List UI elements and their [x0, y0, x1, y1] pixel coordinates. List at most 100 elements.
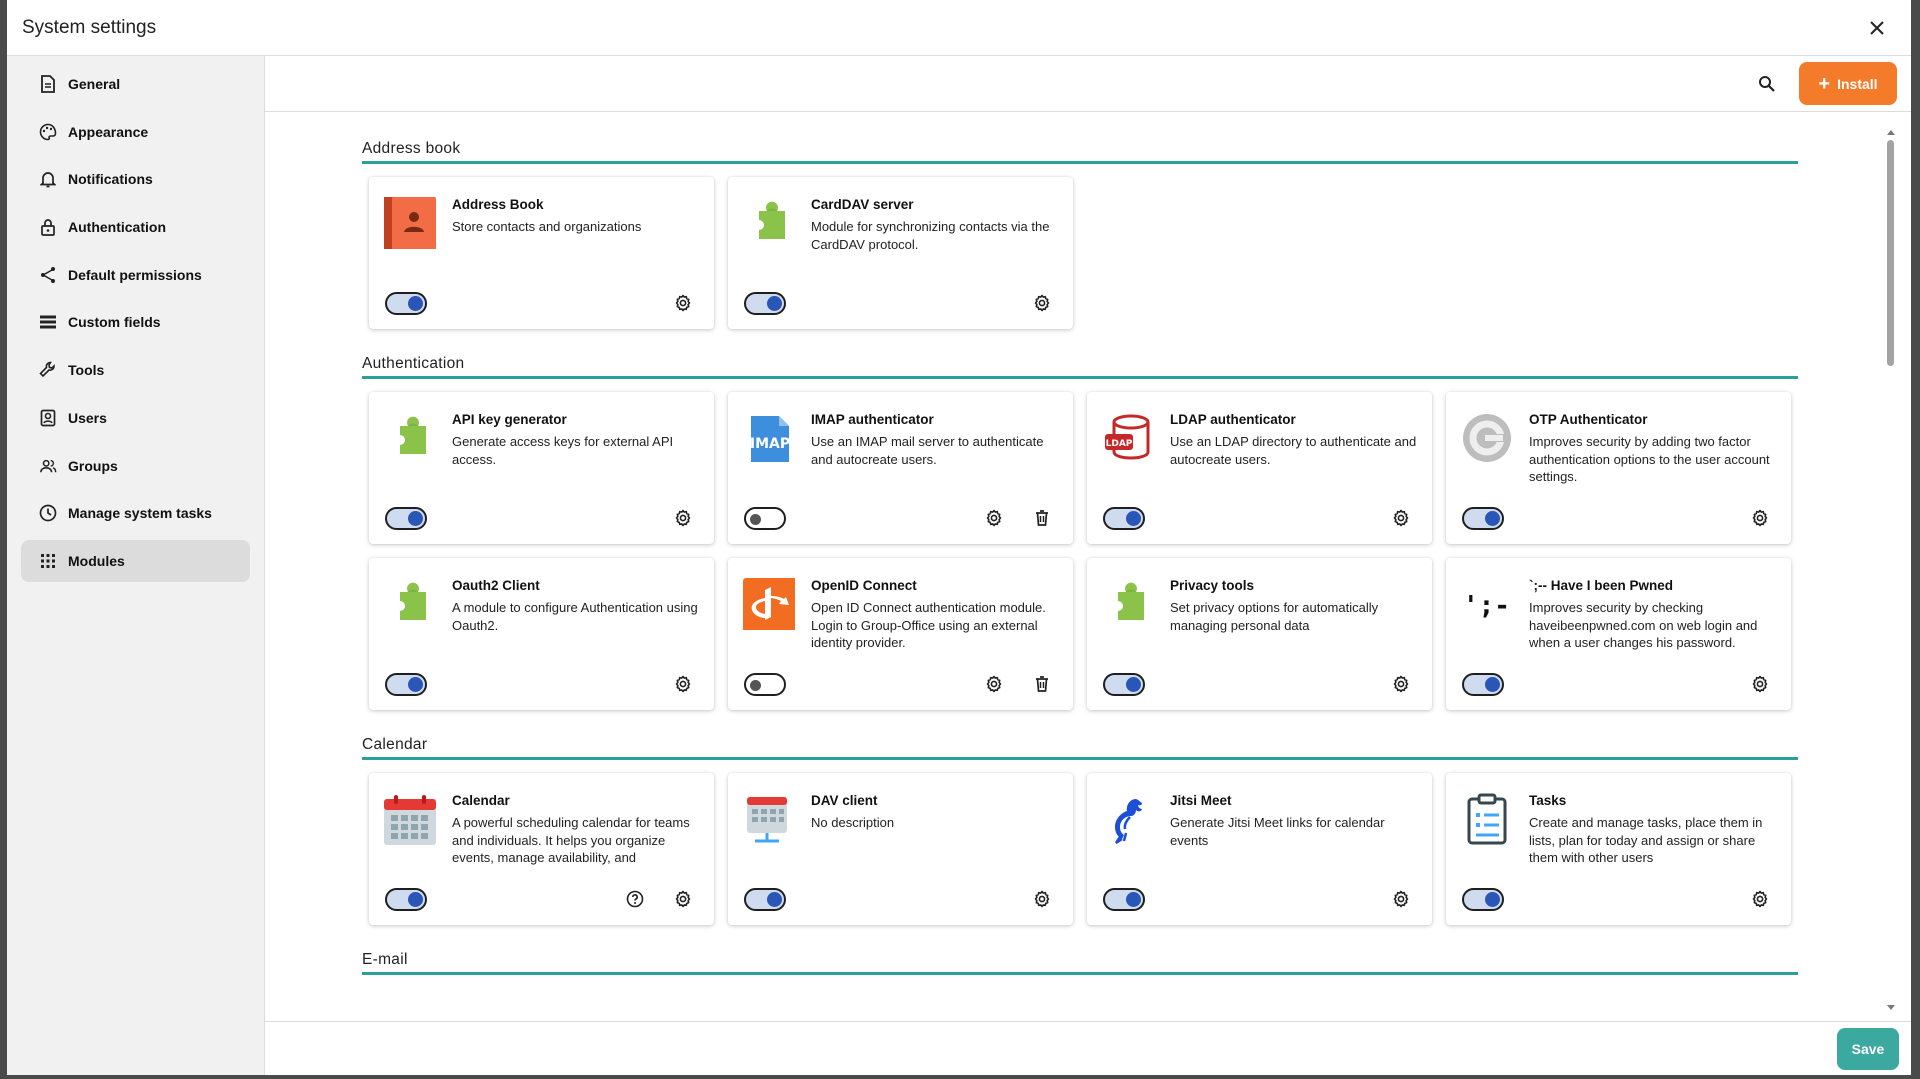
- module-enable-toggle[interactable]: [744, 507, 786, 530]
- delete-button[interactable]: [1032, 674, 1052, 694]
- gear-icon: [1033, 294, 1051, 312]
- module-enable-toggle[interactable]: [744, 292, 786, 315]
- dialog-footer: Save: [265, 1021, 1911, 1075]
- module-enable-toggle[interactable]: [385, 888, 427, 911]
- section-title-authentication: Authentication: [362, 349, 1798, 379]
- help-button[interactable]: [625, 889, 645, 909]
- toggle-knob: [750, 513, 761, 525]
- ldap-icon: LDAP: [1102, 412, 1154, 464]
- module-grid-address-book: Address Book Store contacts and organizat…: [362, 177, 1798, 329]
- toggle-knob: [408, 892, 423, 907]
- search-button[interactable]: [1747, 64, 1787, 104]
- sidebar-item-default-permissions[interactable]: Default permissions: [21, 254, 250, 296]
- sidebar-item-label: Users: [68, 409, 107, 426]
- module-actions: [1750, 674, 1770, 694]
- module-enable-toggle[interactable]: [1462, 888, 1504, 911]
- module-card-jitsi-meet: Jitsi Meet Generate Jitsi Meet links for …: [1087, 773, 1432, 925]
- module-description: Improves security by adding two factor a…: [1529, 434, 1770, 484]
- module-enable-toggle[interactable]: [385, 292, 427, 315]
- vertical-scrollbar[interactable]: [1885, 130, 1897, 1010]
- module-actions: [673, 508, 693, 528]
- toggle-knob: [1126, 892, 1141, 907]
- settings-button[interactable]: [1391, 508, 1411, 528]
- module-enable-toggle[interactable]: [1103, 673, 1145, 696]
- apps-grid-icon: [39, 552, 57, 570]
- module-card-openid-connect: OpenID Connect Open ID Connect authentica…: [728, 558, 1073, 710]
- module-enable-toggle[interactable]: [744, 888, 786, 911]
- scroll-up-arrow[interactable]: [1887, 130, 1895, 135]
- toggle-knob: [408, 296, 423, 311]
- puzzle-icon: [1102, 578, 1154, 630]
- scrollbar-thumb[interactable]: [1887, 140, 1894, 366]
- module-enable-toggle[interactable]: [385, 673, 427, 696]
- module-name: API key generator: [452, 412, 567, 427]
- module-enable-toggle[interactable]: [1462, 673, 1504, 696]
- toggle-knob: [408, 677, 423, 692]
- module-name: OTP Authenticator: [1529, 412, 1648, 427]
- sidebar-item-modules[interactable]: Modules: [21, 539, 250, 582]
- sidebar-item-label: Modules: [68, 552, 125, 569]
- sidebar-item-general[interactable]: General: [21, 63, 250, 105]
- module-enable-toggle[interactable]: [1103, 888, 1145, 911]
- settings-button[interactable]: [1391, 674, 1411, 694]
- module-description: Open ID Connect authentication module. L…: [811, 600, 1046, 650]
- gear-icon: [1392, 675, 1410, 693]
- svg-text:LDAP: LDAP: [1106, 439, 1133, 449]
- dialog-titlebar: System settings: [7, 0, 1911, 56]
- help-circle-icon: [626, 890, 644, 908]
- modules-list[interactable]: Address book Address Book Store contacts a…: [265, 112, 1911, 1021]
- puzzle-icon: [384, 578, 436, 630]
- module-description: Create and manage tasks, place them in l…: [1529, 815, 1763, 865]
- sidebar-item-label: General: [68, 76, 121, 92]
- module-card-tasks: Tasks Create and manage tasks, place them…: [1446, 773, 1791, 925]
- section-title-calendar: Calendar: [362, 730, 1798, 760]
- sidebar-item-custom-fields[interactable]: Custom fields: [21, 301, 250, 343]
- close-button[interactable]: [1861, 12, 1893, 44]
- delete-button[interactable]: [1032, 508, 1052, 528]
- sidebar-item-users[interactable]: Users: [21, 397, 250, 439]
- sidebar-item-appearance[interactable]: Appearance: [21, 111, 250, 153]
- module-description: Use an IMAP mail server to authenticate …: [811, 434, 1044, 467]
- sidebar-item-authentication[interactable]: Authentication: [21, 206, 250, 248]
- module-grid-calendar: Calendar A powerful scheduling calendar f…: [362, 773, 1798, 925]
- module-description: Generate access keys for external API ac…: [452, 434, 674, 467]
- module-actions: [673, 293, 693, 313]
- sidebar-item-tools[interactable]: Tools: [21, 349, 250, 391]
- module-enable-toggle[interactable]: [1462, 507, 1504, 530]
- scroll-down-arrow[interactable]: [1887, 1005, 1895, 1010]
- settings-button[interactable]: [673, 674, 693, 694]
- toggle-knob: [767, 296, 782, 311]
- search-icon: [1759, 75, 1775, 92]
- settings-button[interactable]: [673, 889, 693, 909]
- settings-button[interactable]: [984, 508, 1004, 528]
- module-card-imap-authenticator: IMAP IMAP authenticator Use an IMAP mail s…: [728, 392, 1073, 544]
- settings-button[interactable]: [1750, 889, 1770, 909]
- module-enable-toggle[interactable]: [1103, 507, 1145, 530]
- settings-button[interactable]: [673, 293, 693, 313]
- install-button[interactable]: + Install: [1799, 62, 1897, 105]
- settings-button[interactable]: [1032, 889, 1052, 909]
- toggle-knob: [1485, 677, 1500, 692]
- settings-button[interactable]: [1750, 674, 1770, 694]
- module-description: A module to configure Authentication usi…: [452, 600, 698, 633]
- settings-button[interactable]: [984, 674, 1004, 694]
- module-card-ldap-authenticator: LDAP LDAP authenticator Use an LDAP direct…: [1087, 392, 1432, 544]
- settings-button[interactable]: [1391, 889, 1411, 909]
- close-icon: [1870, 20, 1884, 35]
- module-description: Use an LDAP directory to authenticate an…: [1170, 434, 1417, 467]
- save-button[interactable]: Save: [1837, 1027, 1899, 1070]
- settings-button[interactable]: [673, 508, 693, 528]
- sidebar-item-manage-system-tasks[interactable]: Manage system tasks: [21, 492, 250, 534]
- toggle-knob: [1485, 511, 1500, 526]
- sidebar-item-groups[interactable]: Groups: [21, 445, 250, 487]
- module-card-dav-client: DAV client No description: [728, 773, 1073, 925]
- sidebar-item-label: Authentication: [68, 219, 166, 236]
- module-actions: [1750, 889, 1770, 909]
- module-enable-toggle[interactable]: [744, 673, 786, 696]
- module-enable-toggle[interactable]: [385, 507, 427, 530]
- settings-button[interactable]: [1750, 508, 1770, 528]
- settings-button[interactable]: [1032, 293, 1052, 313]
- sidebar-item-notifications[interactable]: Notifications: [21, 158, 250, 200]
- gear-icon: [985, 509, 1003, 527]
- gear-icon: [674, 675, 692, 693]
